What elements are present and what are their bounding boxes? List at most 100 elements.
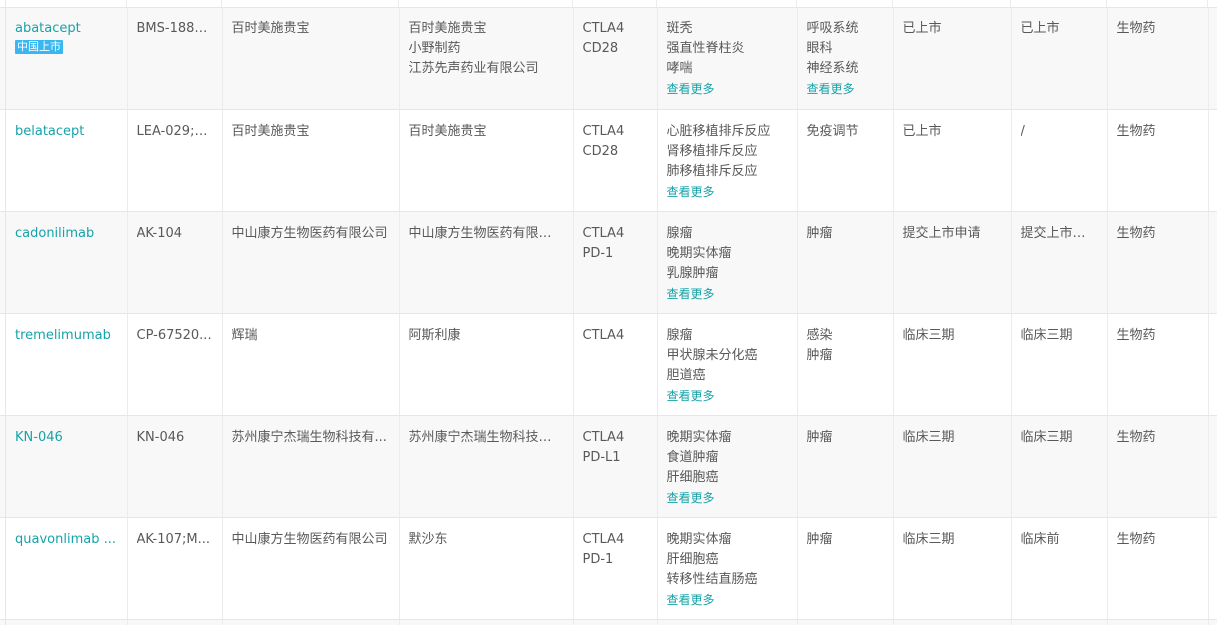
indications-item: 乳腺肿瘤 [666, 265, 719, 281]
originator-text: 辉瑞 [231, 327, 258, 343]
targets-cell: CTLA4 CD28 [573, 109, 658, 212]
developers-item: 中山康方生物医药有限公司 [408, 225, 564, 241]
view-more-link[interactable]: 查看更多 [807, 79, 884, 99]
targets-item: PD-1 [582, 245, 614, 261]
drug-type-cell: 生物药 [1107, 415, 1209, 518]
china-marketed-badge: 中国上市 [15, 40, 63, 54]
table-row: tremelimumab CP-67520... 辉瑞 阿斯利康 CTLA4 腺瘤 甲状腺未… [0, 313, 1217, 416]
targets-item: PD-1 [582, 551, 614, 567]
indications-cell: 晚期实体瘤 食道肿瘤 肝细胞癌 查看更多 [657, 415, 798, 518]
table-row: abatacept 中国上市 BMS-1886... 百时美施贵宝 百时美施贵宝 小野制药… [0, 0, 1217, 110]
column-separator [572, 0, 573, 7]
table-row: quavonlimab ... AK-107;M... 中山康方生物医药有限公司 默沙… [0, 517, 1217, 620]
china-phase-cell: 已上市 [1011, 0, 1108, 110]
view-more-link[interactable]: 查看更多 [667, 386, 788, 406]
drug-name-link[interactable]: belatacept [15, 122, 118, 142]
targets-cell: CTLA4 [573, 313, 658, 416]
targets-item: CTLA4 [582, 327, 625, 343]
indications-item: 晚期实体瘤 [666, 531, 732, 547]
targets-item: CTLA4 [582, 21, 625, 36]
view-more-link[interactable]: 查看更多 [667, 79, 788, 99]
indications-item: 肝细胞癌 [666, 551, 719, 567]
targets-item: CTLA4 [582, 531, 625, 547]
originator-text: 苏州康宁杰瑞生物科技有... [231, 429, 387, 445]
overflow-column-cell [1208, 517, 1217, 620]
table-top-edge [0, 0, 1217, 8]
drug-name-link[interactable]: abatacept [15, 19, 118, 39]
global-phase-cell: 已上市 [893, 0, 1012, 110]
originator-cell: 苏州康宁杰瑞生物科技有... [222, 415, 400, 518]
drug-code-cell: LEA-029;B... [127, 109, 223, 212]
originator-cell: 中山康方生物医药有限公司 [222, 517, 400, 620]
developers-cell: 苏州康宁杰瑞生物科技有... [399, 415, 574, 518]
therapeutic-areas-cell: 肿瘤 [797, 211, 894, 314]
table-row: cadonilimab AK-104 中山康方生物医药有限公司 中山康方生物医药有限公… [0, 211, 1217, 314]
china-phase-text: 临床前 [1020, 531, 1060, 547]
therapeutic-areas-item: 肿瘤 [806, 429, 833, 445]
indications-item: 晚期实体瘤 [666, 245, 732, 261]
therapeutic-areas-cell: 免疫调节 [797, 109, 894, 212]
drug-name-cell: belatacept [0, 109, 128, 212]
global-phase-text: 已上市 [902, 123, 942, 139]
drug-name-cell: KN-046 [0, 415, 128, 518]
column-separator [1207, 0, 1208, 7]
therapeutic-areas-item: 肿瘤 [806, 347, 833, 363]
targets-item: CTLA4 [582, 429, 625, 445]
partial-row-cell [573, 619, 658, 625]
indications-item: 甲状腺未分化癌 [666, 347, 758, 363]
china-phase-cell: / [1011, 109, 1108, 212]
drug-name-link[interactable]: cadonilimab [15, 224, 118, 244]
partial-row-cell [893, 619, 1012, 625]
therapeutic-areas-item: 肿瘤 [806, 225, 833, 241]
view-more-link[interactable]: 查看更多 [667, 488, 788, 508]
table-left-border [5, 0, 6, 625]
drug-name-cell: tremelimumab [0, 313, 128, 416]
drug-code-cell: AK-104 [127, 211, 223, 314]
table-row-partial [0, 619, 1217, 625]
china-phase-cell: 临床前 [1011, 517, 1108, 620]
developers-cell: 阿斯利康 [399, 313, 574, 416]
indications-item: 胆道癌 [666, 367, 706, 383]
column-separator [1010, 0, 1011, 7]
drug-table-body: abatacept 中国上市 BMS-1886... 百时美施贵宝 百时美施贵宝 小野制药… [0, 0, 1217, 625]
drug-name-link[interactable]: KN-046 [15, 428, 118, 448]
indications-cell: 晚期实体瘤肝细胞癌转移性结直肠癌查看更多 [657, 517, 798, 620]
china-phase-cell: 提交上市申请 [1011, 211, 1108, 314]
therapeutic-areas-cell: 肿瘤 [797, 517, 894, 620]
indications-item: 腺瘤 [666, 225, 693, 241]
therapeutic-areas-item: 眼科 [806, 41, 833, 56]
developers-item: 江苏先声药业有限公司 [408, 61, 539, 76]
targets-cell: CTLA4 CD28 [573, 0, 658, 110]
drug-type-text: 生物药 [1116, 327, 1156, 343]
partial-row-cell [657, 619, 798, 625]
originator-cell: 百时美施贵宝 [222, 109, 400, 212]
indications-item: 肺移植排斥反应 [666, 163, 758, 179]
indications-item: 肝细胞癌 [666, 469, 719, 485]
china-phase-text: 临床三期 [1020, 429, 1073, 445]
therapeutic-areas-item: 感染 [806, 327, 833, 343]
table-row: KN-046 KN-046 苏州康宁杰瑞生物科技有... 苏州康宁杰瑞生物科技有...… [0, 415, 1217, 518]
partial-row-cell [127, 619, 223, 625]
drug-type-text: 生物药 [1116, 531, 1156, 547]
drug-name-link[interactable]: tremelimumab [15, 326, 118, 346]
originator-cell: 辉瑞 [222, 313, 400, 416]
column-separator [221, 0, 222, 7]
view-more-link[interactable]: 查看更多 [667, 284, 788, 304]
overflow-column-cell [1208, 211, 1217, 314]
targets-cell: CTLA4 PD-1 [573, 211, 658, 314]
view-more-link[interactable]: 查看更多 [667, 182, 788, 202]
china-phase-text: 临床三期 [1020, 327, 1073, 343]
china-phase-text: 提交上市申请 [1020, 225, 1098, 241]
china-phase-text: 已上市 [1020, 21, 1060, 36]
drug-code-cell: AK-107;M... [127, 517, 223, 620]
drug-type-text: 生物药 [1116, 21, 1156, 36]
drug-name-link[interactable]: quavonlimab ... [15, 530, 118, 550]
view-more-link[interactable]: 查看更多 [667, 590, 788, 610]
developers-item: 百时美施贵宝 [408, 21, 487, 36]
global-phase-text: 临床三期 [902, 531, 955, 547]
indications-item: 转移性结直肠癌 [666, 571, 758, 587]
indications-cell: 腺瘤晚期实体瘤乳腺肿瘤查看更多 [657, 211, 798, 314]
developers-cell: 百时美施贵宝 [399, 109, 574, 212]
originator-cell: 百时美施贵宝 [222, 0, 400, 110]
column-separator [796, 0, 797, 7]
